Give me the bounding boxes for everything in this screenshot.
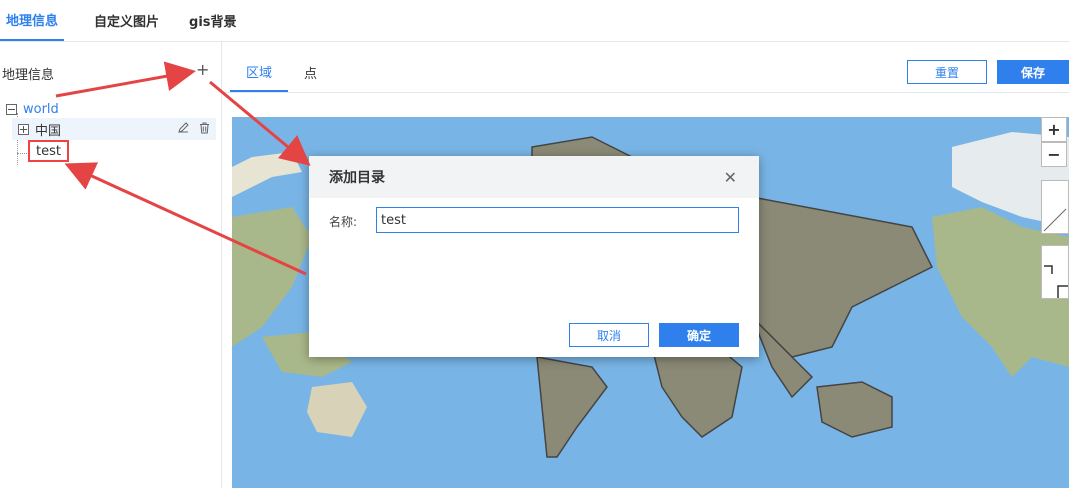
tree-node-label: 中国 xyxy=(35,123,62,139)
reset-button[interactable]: 重置 xyxy=(907,60,987,84)
plus-icon[interactable]: + xyxy=(196,60,209,79)
divider xyxy=(222,92,1069,93)
sub-tab-bar: 区域 点 xyxy=(230,52,333,92)
top-tab-bar: 地理信息 自定义图片 gis背景 xyxy=(0,0,1069,42)
delete-icon[interactable] xyxy=(199,122,210,137)
expand-icon[interactable] xyxy=(18,123,29,135)
cancel-button[interactable]: 取消 xyxy=(569,323,649,347)
add-directory-dialog: 添加目录 ✕ 名称: 取消 确定 xyxy=(309,156,759,357)
draw-rect-tool[interactable] xyxy=(1041,245,1069,299)
save-button[interactable]: 保存 xyxy=(997,60,1069,84)
tree-node-test[interactable]: test xyxy=(28,140,69,162)
node-actions xyxy=(178,122,210,137)
directory-tree: world 中国 test xyxy=(6,98,216,165)
zoom-control: + − xyxy=(1041,117,1067,167)
close-icon[interactable]: ✕ xyxy=(724,168,737,187)
left-panel-title: 地理信息 xyxy=(2,68,55,83)
tree-node-world[interactable]: world xyxy=(6,98,216,120)
tab-point[interactable]: 点 xyxy=(288,52,333,92)
name-input[interactable] xyxy=(376,207,739,233)
edit-icon[interactable] xyxy=(178,122,189,137)
tree-node-label: test xyxy=(36,143,61,159)
tree-node-china[interactable]: 中国 xyxy=(12,118,216,140)
tree-node-label: world xyxy=(23,101,59,117)
name-field-label: 名称: xyxy=(329,215,358,229)
tab-geo-info[interactable]: 地理信息 xyxy=(0,0,65,41)
tab-gis-background[interactable]: gis背景 xyxy=(189,0,237,41)
confirm-button[interactable]: 确定 xyxy=(659,323,739,347)
left-panel: 地理信息 + world 中国 test xyxy=(0,42,222,488)
draw-line-tool[interactable] xyxy=(1041,180,1069,234)
collapse-icon[interactable] xyxy=(6,103,17,115)
zoom-out-button[interactable]: − xyxy=(1041,142,1067,167)
tab-custom-image[interactable]: 自定义图片 xyxy=(94,0,159,41)
zoom-in-button[interactable]: + xyxy=(1041,117,1067,142)
dialog-title: 添加目录 xyxy=(309,156,759,198)
tab-region[interactable]: 区域 xyxy=(230,52,289,92)
